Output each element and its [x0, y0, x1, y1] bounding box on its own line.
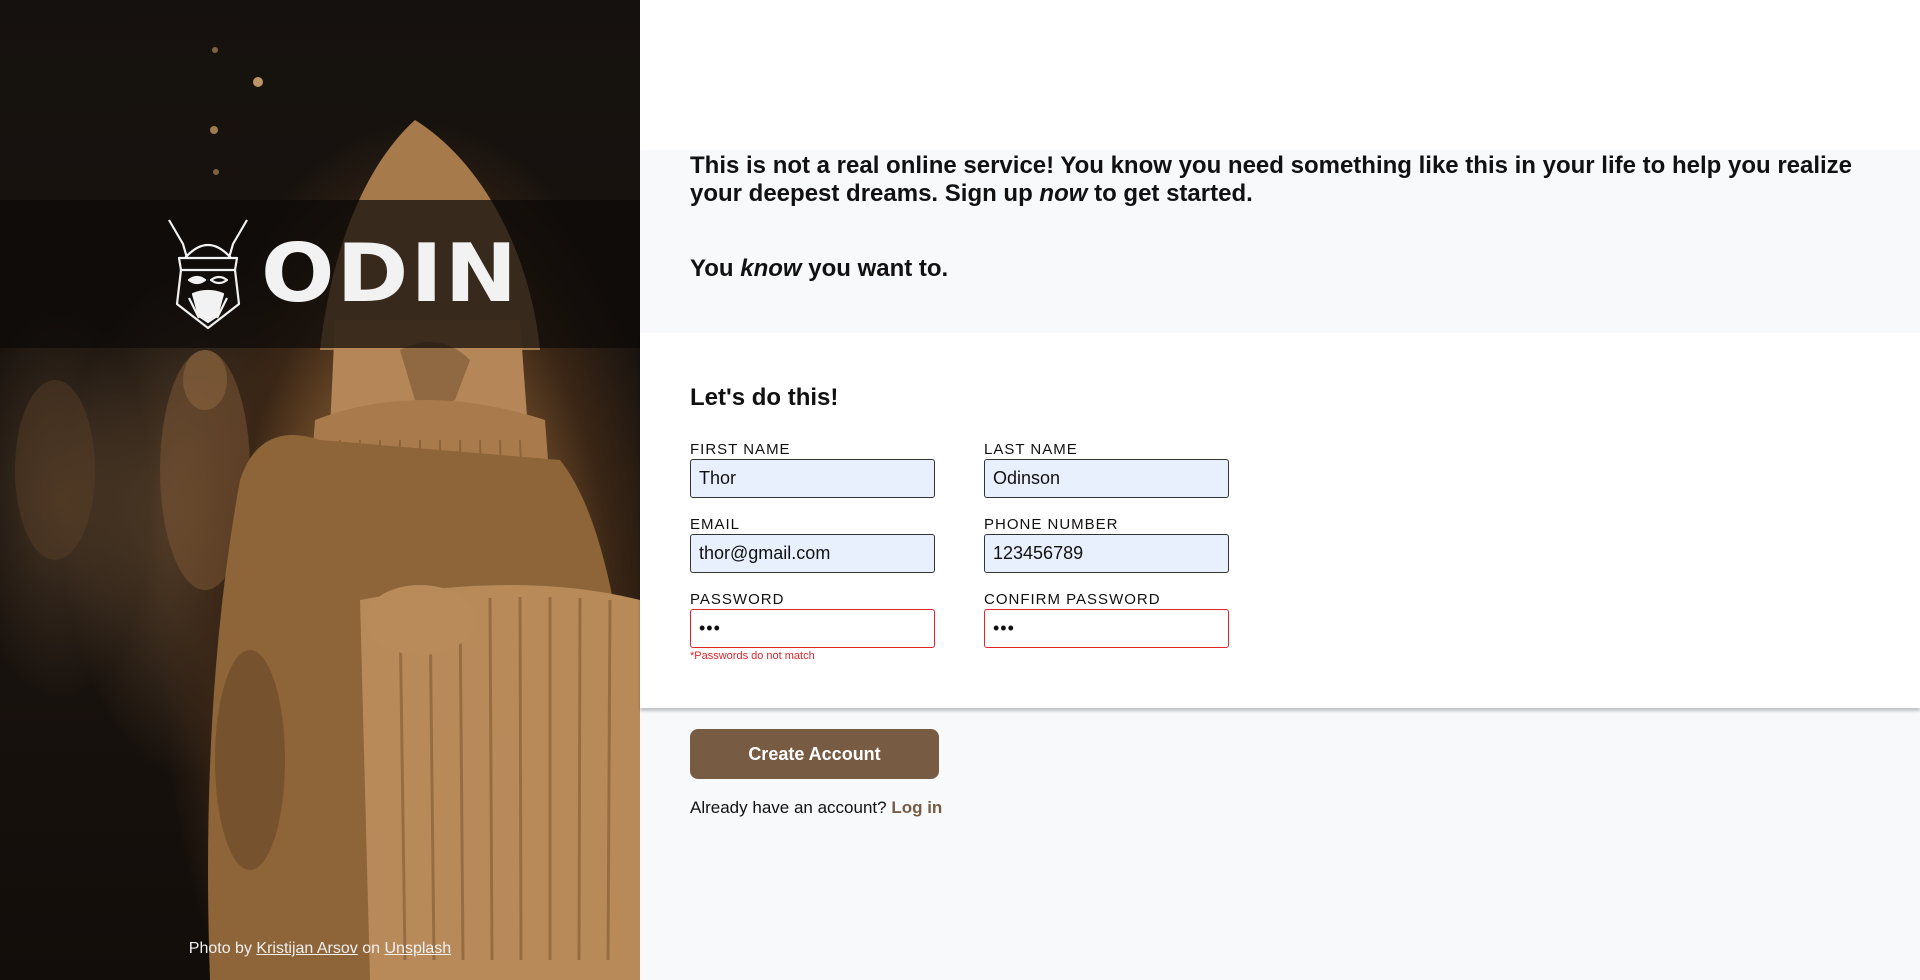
email-label: EMAIL: [690, 516, 741, 533]
tagline-emphasis: know: [740, 255, 802, 282]
top-spacer: [640, 0, 1920, 150]
intro-text-part2: to get started.: [1094, 180, 1253, 207]
intro-text: This is not a real online service! You k…: [690, 152, 1890, 208]
login-prompt-text: Already have an account?: [690, 798, 887, 817]
confirm-password-field-group: CONFIRM PASSWORD •••: [984, 591, 1229, 648]
first-name-input[interactable]: Thor: [690, 459, 935, 498]
intro-text-emphasis: now: [1039, 180, 1088, 207]
tagline: You know you want to.: [690, 255, 948, 283]
unsplash-link[interactable]: Unsplash: [384, 940, 451, 957]
form-title: Let's do this!: [690, 384, 839, 411]
last-name-field-group: LAST NAME Odinson: [984, 441, 1229, 498]
last-name-input[interactable]: Odinson: [984, 459, 1229, 498]
login-prompt: Already have an account? Log in: [690, 798, 942, 818]
last-name-label: LAST NAME: [984, 441, 1078, 458]
phone-field-group: PHONE NUMBER 123456789: [984, 516, 1229, 573]
password-input[interactable]: •••: [690, 609, 935, 648]
viking-helmet-icon: [168, 219, 248, 330]
password-field-group: PASSWORD ••• *Passwords do not match: [690, 591, 935, 662]
phone-input[interactable]: 123456789: [984, 534, 1229, 573]
create-account-button[interactable]: Create Account: [690, 729, 939, 779]
photo-credit: Photo by Kristijan Arsov on Unsplash: [0, 940, 640, 958]
first-name-label: FIRST NAME: [690, 441, 791, 458]
first-name-field-group: FIRST NAME Thor: [690, 441, 935, 498]
credit-prefix: Photo by: [188, 940, 252, 957]
credit-middle: on: [362, 940, 381, 957]
tagline-part2: you want to.: [808, 255, 949, 282]
signup-panel: This is not a real online service! You k…: [640, 0, 1920, 980]
photographer-link[interactable]: Kristijan Arsov: [256, 940, 357, 957]
intro-text-part1: This is not a real online service! You k…: [690, 152, 1853, 207]
email-field-group: EMAIL thor@gmail.com: [690, 516, 935, 573]
password-label: PASSWORD: [690, 591, 785, 608]
statue-photo: [15, 47, 640, 980]
password-error-message: *Passwords do not match: [690, 650, 815, 662]
phone-label: PHONE NUMBER: [984, 516, 1119, 533]
brand-logo: ODIN: [165, 218, 517, 330]
hero-image-panel: ODIN Photo by Kristijan Arsov on Unsplas…: [0, 0, 640, 980]
confirm-password-input[interactable]: •••: [984, 609, 1229, 648]
brand-name: ODIN: [261, 227, 520, 320]
login-link[interactable]: Log in: [891, 798, 942, 817]
email-input[interactable]: thor@gmail.com: [690, 534, 935, 573]
confirm-password-label: CONFIRM PASSWORD: [984, 591, 1161, 608]
tagline-part1: You: [690, 255, 734, 282]
